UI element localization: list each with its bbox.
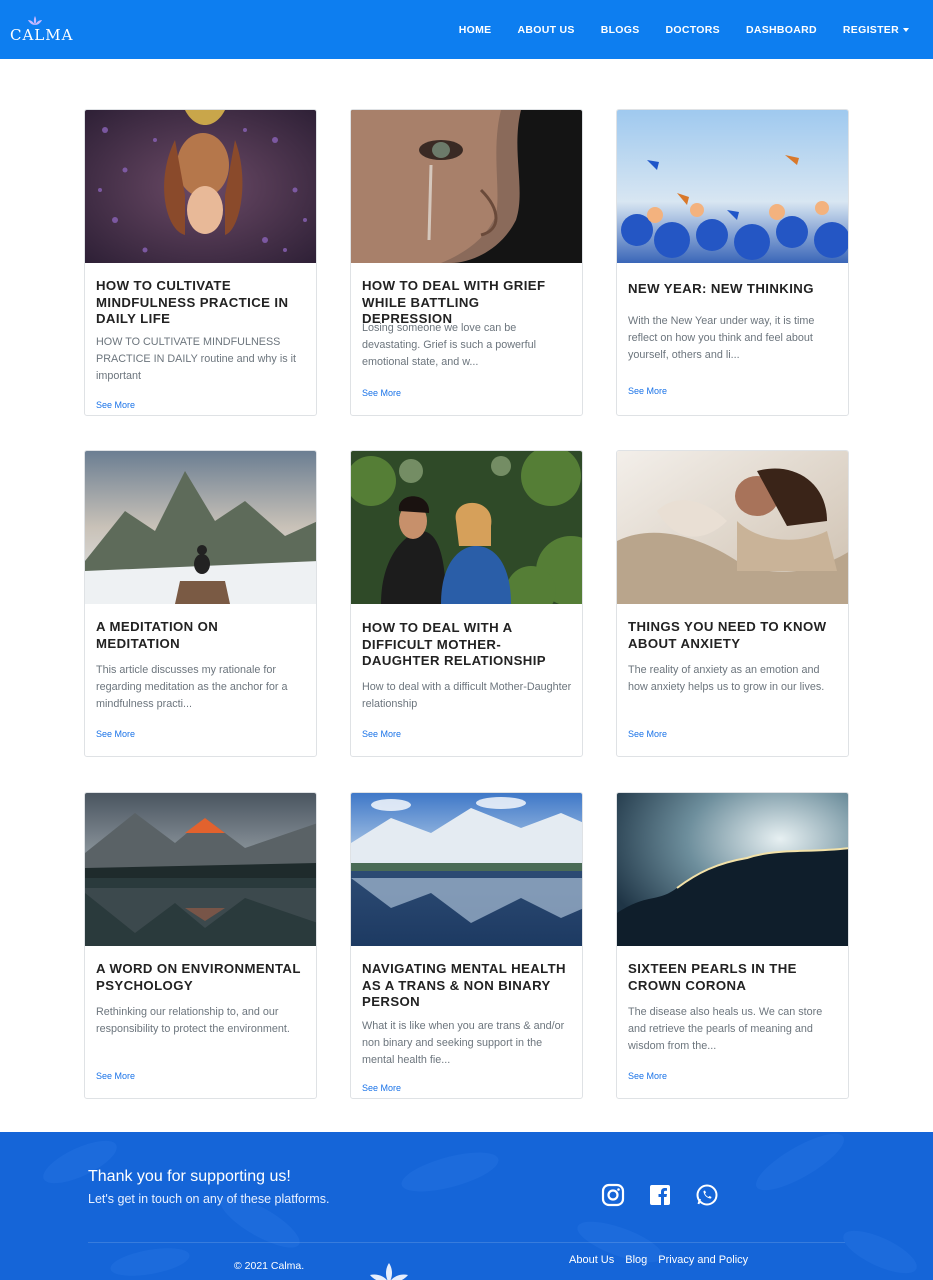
brand-logo[interactable]: CALMA xyxy=(10,14,72,46)
card-excerpt: What it is like when you are trans & and… xyxy=(362,1020,565,1066)
see-more-link[interactable]: See More xyxy=(628,386,667,396)
footer: Thank you for supporting us! Let's get i… xyxy=(0,1132,933,1280)
blog-card: NEW YEAR: NEW THINKING With the New Year… xyxy=(616,109,849,416)
brand-name: CALMA xyxy=(10,26,74,44)
leaf-pattern xyxy=(43,1133,917,1276)
card-title: HOW TO DEAL WITH A DIFFICULT MOTHER-DAUG… xyxy=(362,620,546,668)
nav-menu: HOME ABOUT US BLOGS DOCTORS DASHBOARD RE… xyxy=(433,0,909,59)
see-more-link[interactable]: See More xyxy=(96,400,135,410)
card-image[interactable] xyxy=(85,793,316,946)
card-image[interactable] xyxy=(617,793,848,946)
card-title: NEW YEAR: NEW THINKING xyxy=(628,281,814,296)
nav-blogs[interactable]: BLOGS xyxy=(601,24,640,36)
footer-links: About Us Blog Privacy and Policy xyxy=(569,1254,759,1266)
card-title: A WORD ON ENVIRONMENTAL PSYCHOLOGY xyxy=(96,961,301,993)
card-excerpt: Rethinking our relationship to, and our … xyxy=(96,1006,290,1035)
card-image[interactable] xyxy=(617,110,848,263)
card-title: A MEDITATION ON MEDITATION xyxy=(96,619,219,651)
card-excerpt: With the New Year under way, it is time … xyxy=(628,315,815,361)
lotus-logo-icon xyxy=(370,1263,408,1280)
blog-card: HOW TO DEAL WITH GRIEF WHILE BATTLING DE… xyxy=(350,109,583,416)
blog-card: A WORD ON ENVIRONMENTAL PSYCHOLOGY Rethi… xyxy=(84,792,317,1099)
footer-link-blog[interactable]: Blog xyxy=(625,1254,647,1266)
see-more-link[interactable]: See More xyxy=(362,1083,401,1093)
blog-card: HOW TO CULTIVATE MINDFULNESS PRACTICE IN… xyxy=(84,109,317,416)
nav-dashboard[interactable]: DASHBOARD xyxy=(746,24,817,36)
blog-card: HOW TO DEAL WITH A DIFFICULT MOTHER-DAUG… xyxy=(350,450,583,757)
facebook-icon[interactable] xyxy=(648,1183,672,1207)
card-title: THINGS YOU NEED TO KNOW ABOUT ANXIETY xyxy=(628,619,827,651)
social-links xyxy=(601,1183,742,1207)
card-title: NAVIGATING MENTAL HEALTH AS A TRANS & NO… xyxy=(362,961,566,1009)
caret-down-icon xyxy=(903,27,909,32)
nav-about-us[interactable]: ABOUT US xyxy=(517,24,574,36)
blog-card: SIXTEEN PEARLS IN THE CROWN CORONA The d… xyxy=(616,792,849,1099)
card-excerpt: How to deal with a difficult Mother-Daug… xyxy=(362,681,572,710)
card-image[interactable] xyxy=(617,451,848,604)
see-more-link[interactable]: See More xyxy=(362,729,401,739)
nav-register-label: REGISTER xyxy=(842,23,899,36)
nav-home[interactable]: HOME xyxy=(459,24,492,36)
blog-card: NAVIGATING MENTAL HEALTH AS A TRANS & NO… xyxy=(350,792,583,1099)
card-image[interactable] xyxy=(351,110,582,263)
thanks-message: Thank you for supporting us! xyxy=(88,1168,291,1185)
card-excerpt: The reality of anxiety as an emotion and… xyxy=(628,664,825,693)
see-more-link[interactable]: See More xyxy=(96,1071,135,1081)
whatsapp-icon[interactable] xyxy=(695,1183,719,1207)
footer-link-privacy[interactable]: Privacy and Policy xyxy=(658,1254,748,1266)
footer-divider xyxy=(88,1242,845,1243)
lotus-icon xyxy=(28,16,42,25)
card-image[interactable] xyxy=(85,451,316,604)
blog-card: THINGS YOU NEED TO KNOW ABOUT ANXIETY Th… xyxy=(616,450,849,757)
card-image[interactable] xyxy=(351,451,582,604)
card-title: HOW TO CULTIVATE MINDFULNESS PRACTICE IN… xyxy=(96,278,289,326)
footer-link-about-us[interactable]: About Us xyxy=(569,1254,614,1266)
contact-message: Let's get in touch on any of these platf… xyxy=(88,1192,330,1206)
card-excerpt: This article discusses my rationale for … xyxy=(96,664,288,710)
card-excerpt: Losing someone we love can be devastatin… xyxy=(362,322,537,368)
copyright: © 2021 Calma. xyxy=(234,1260,305,1272)
card-excerpt: The disease also heals us. We can store … xyxy=(628,1006,823,1052)
card-image[interactable] xyxy=(351,793,582,946)
see-more-link[interactable]: See More xyxy=(96,729,135,739)
navbar: CALMA HOME ABOUT US BLOGS DOCTORS DASHBO… xyxy=(0,0,933,59)
see-more-link[interactable]: See More xyxy=(628,1071,667,1081)
see-more-link[interactable]: See More xyxy=(628,729,667,739)
nav-doctors[interactable]: DOCTORS xyxy=(666,24,720,36)
nav-register-dropdown[interactable]: REGISTER xyxy=(843,24,909,36)
card-excerpt: HOW TO CULTIVATE MINDFULNESS PRACTICE IN… xyxy=(96,336,297,382)
see-more-link[interactable]: See More xyxy=(362,388,401,398)
blog-card: A MEDITATION ON MEDITATION This article … xyxy=(84,450,317,757)
card-title: SIXTEEN PEARLS IN THE CROWN CORONA xyxy=(628,961,797,993)
card-image[interactable] xyxy=(85,110,316,263)
instagram-icon[interactable] xyxy=(601,1183,625,1207)
